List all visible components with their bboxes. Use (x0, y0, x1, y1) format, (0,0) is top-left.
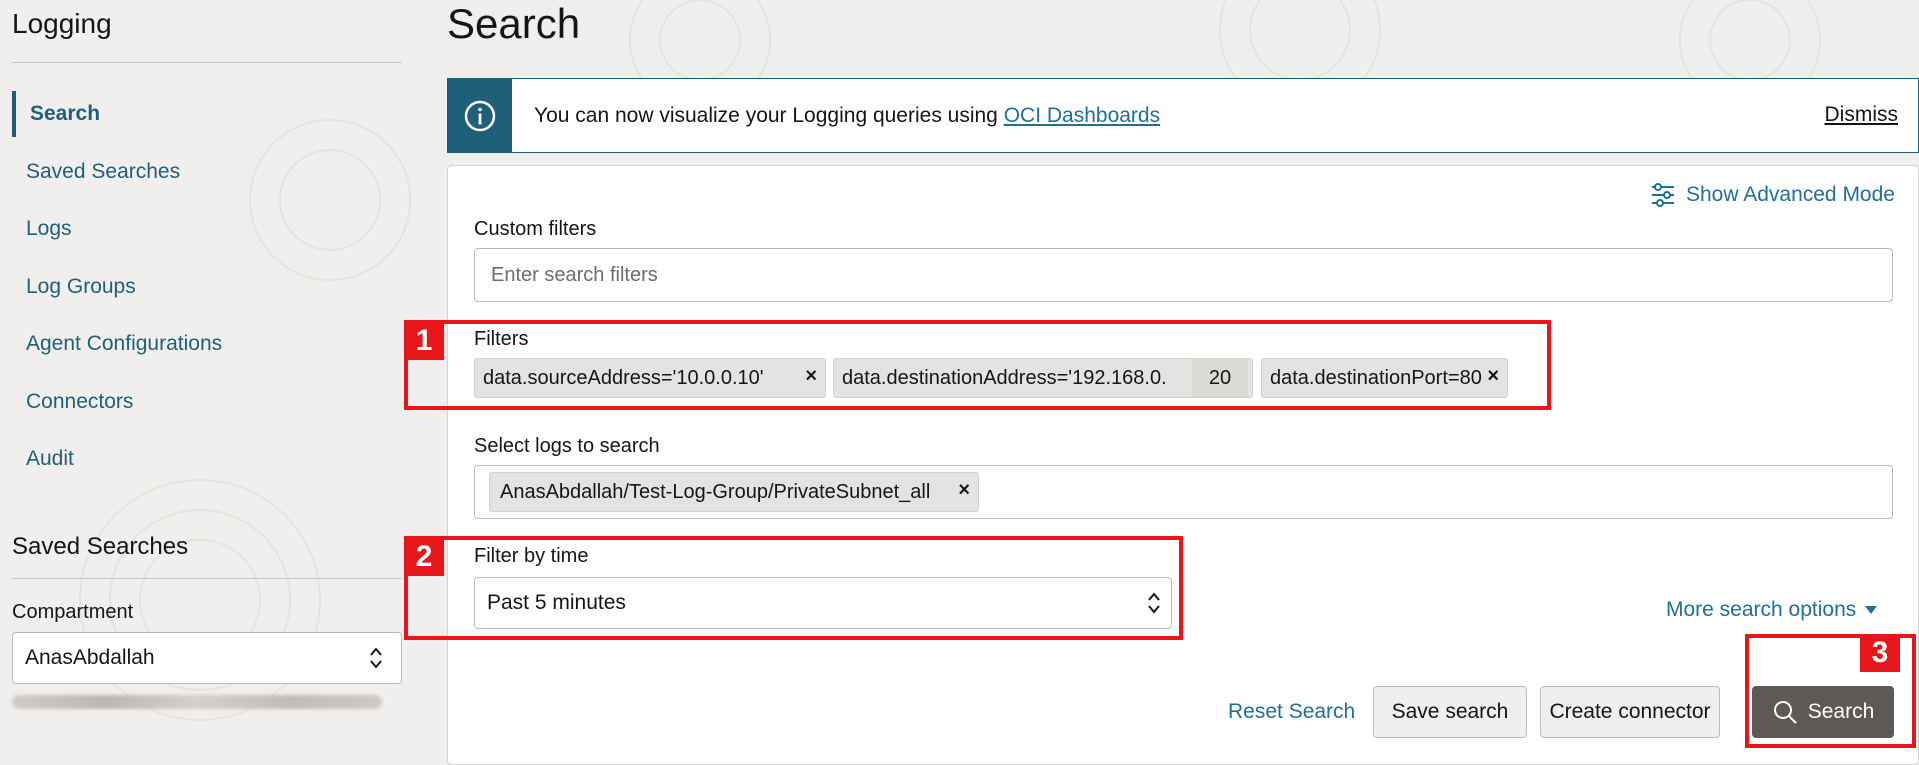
select-logs-label: Select logs to search (474, 435, 660, 457)
sidebar: Logging Search Saved Searches Logs Log G… (0, 0, 405, 752)
compartment-select[interactable]: AnasAbdallah (12, 632, 402, 684)
app-title: Logging (12, 8, 112, 39)
annotation-box-time (404, 536, 1183, 640)
sidebar-item-audit[interactable]: Audit (12, 436, 392, 482)
chevron-up-down-icon (370, 647, 382, 669)
remove-chip-icon[interactable]: × (958, 479, 970, 502)
more-search-options-toggle[interactable]: More search options (1666, 598, 1878, 622)
compartment-label: Compartment (12, 601, 134, 623)
custom-filters-label: Custom filters (474, 218, 597, 240)
sidebar-item-logs[interactable]: Logs (12, 206, 392, 252)
logs-multiselect[interactable]: AnasAbdallah/Test-Log-Group/PrivateSubne… (474, 465, 1893, 519)
banner-message: You can now visualize your Logging queri… (534, 104, 1160, 128)
caret-down-icon (1865, 606, 1878, 614)
annotation-number: 1 (404, 322, 444, 360)
log-chip-label: AnasAbdallah/Test-Log-Group/PrivateSubne… (500, 480, 931, 503)
page-title: Search (447, 0, 581, 47)
custom-filters-input[interactable] (474, 248, 1893, 302)
info-icon (448, 79, 512, 152)
banner-text: You can now visualize your Logging queri… (534, 103, 1004, 127)
annotation-box-filters (404, 320, 1551, 410)
sidebar-item-log-groups[interactable]: Log Groups (12, 264, 392, 310)
info-banner: You can now visualize your Logging queri… (447, 78, 1919, 153)
sidebar-divider (12, 578, 402, 579)
sliders-icon (1652, 183, 1674, 207)
annotation-number: 3 (1860, 634, 1900, 672)
log-chip: AnasAbdallah/Test-Log-Group/PrivateSubne… (489, 472, 979, 512)
dismiss-link[interactable]: Dismiss (1825, 103, 1899, 127)
show-advanced-mode-label: Show Advanced Mode (1686, 183, 1895, 206)
compartment-value: AnasAbdallah (25, 646, 155, 669)
compartment-ocid-redacted (12, 695, 382, 709)
create-connector-button[interactable]: Create connector (1540, 686, 1720, 738)
sidebar-item-saved-searches[interactable]: Saved Searches (12, 149, 392, 195)
sidebar-divider (12, 62, 402, 63)
annotation-number: 2 (404, 538, 444, 576)
sidebar-item-search[interactable]: Search (12, 91, 392, 137)
sidebar-item-agent-configurations[interactable]: Agent Configurations (12, 321, 392, 367)
oci-dashboards-link[interactable]: OCI Dashboards (1004, 104, 1160, 127)
reset-search-link[interactable]: Reset Search (1228, 700, 1355, 724)
sidebar-item-connectors[interactable]: Connectors (12, 379, 392, 425)
saved-searches-heading: Saved Searches (12, 533, 189, 560)
more-search-options-label: More search options (1666, 598, 1857, 621)
save-search-button[interactable]: Save search (1373, 686, 1527, 738)
show-advanced-mode-button[interactable]: Show Advanced Mode (1650, 182, 1895, 208)
